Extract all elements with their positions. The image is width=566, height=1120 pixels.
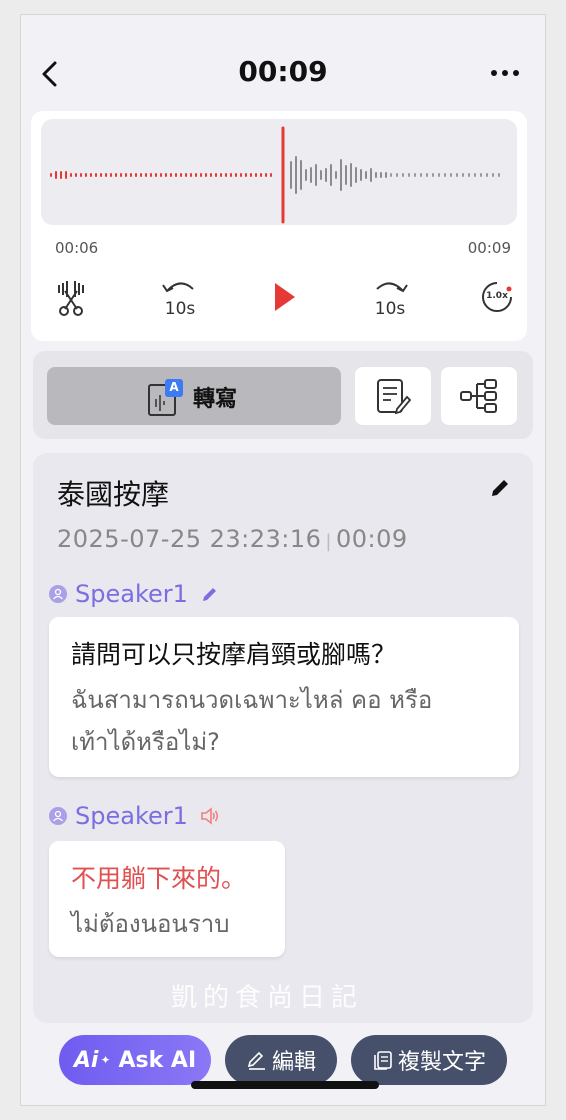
rewind-10s-button[interactable]: 10s bbox=[157, 275, 203, 319]
sparkle-icon: ✦ bbox=[100, 1053, 111, 1067]
page-title: 00:09 bbox=[238, 55, 328, 88]
recording-meta: 2025-07-25 23:23:16 | 00:09 bbox=[57, 525, 408, 553]
message-thai-line1: ไม่ต้องนอนราบ bbox=[71, 910, 230, 938]
mindmap-icon bbox=[460, 379, 497, 413]
forward-label: 10s bbox=[374, 299, 406, 319]
app-screen: 00:09 00:06 00:09 10s 10s 1.0x A 轉寫 泰國按摩… bbox=[20, 14, 546, 1106]
recording-duration: 00:09 bbox=[335, 525, 408, 553]
message-chinese: 不用躺下來的。 bbox=[71, 864, 247, 893]
pencil-icon[interactable] bbox=[200, 584, 220, 604]
edit-label: 編輯 bbox=[271, 1050, 316, 1075]
recording-datetime: 2025-07-25 23:23:16 bbox=[57, 525, 322, 553]
home-indicator bbox=[191, 1081, 379, 1089]
transcribe-badge: A bbox=[169, 380, 179, 394]
playback-speed-button[interactable]: 1.0x bbox=[479, 275, 515, 319]
play-icon[interactable] bbox=[269, 275, 299, 319]
message-chinese: 請問可以只按摩肩頸或腳嗎？ bbox=[71, 640, 397, 669]
copy-icon bbox=[374, 1051, 392, 1070]
speaker-label[interactable]: Speaker1 bbox=[49, 579, 220, 609]
message-thai-line2: เท้าได้หรือไม่? bbox=[71, 728, 220, 756]
speaker-name: Speaker1 bbox=[75, 580, 188, 608]
edit-button[interactable]: 編輯 bbox=[225, 1035, 337, 1085]
speaker-icon[interactable] bbox=[200, 806, 220, 826]
more-options-icon[interactable] bbox=[485, 63, 525, 83]
trim-scissors-icon[interactable] bbox=[53, 275, 89, 319]
ask-ai-button[interactable]: Ai ✦ Ask AI bbox=[59, 1035, 211, 1085]
time-end: 00:09 bbox=[467, 239, 511, 257]
message-bubble[interactable]: 不用躺下來的。 ไม่ต้องนอนราบ bbox=[49, 841, 285, 957]
waveform-graphic bbox=[50, 126, 500, 224]
recording-title: 泰國按摩 bbox=[57, 478, 170, 511]
top-bar: 00:09 bbox=[21, 15, 545, 111]
speaker-label[interactable]: Speaker1 bbox=[49, 801, 220, 831]
watermark: 凱的食尚日記 bbox=[171, 983, 364, 1013]
ask-ai-label: Ask AI bbox=[118, 1047, 197, 1073]
speed-label: 1.0x bbox=[486, 291, 508, 301]
copy-text-button[interactable]: 複製文字 bbox=[351, 1035, 507, 1085]
speaker-avatar-icon bbox=[49, 807, 67, 825]
speaker-name: Speaker1 bbox=[75, 802, 188, 830]
waveform[interactable] bbox=[41, 119, 517, 225]
message-thai-line1: ฉันสามารถนวดเฉพาะไหล่ คอ หรือ bbox=[71, 686, 433, 714]
rewind-arrow-icon bbox=[162, 282, 194, 293]
forward-10s-button[interactable]: 10s bbox=[367, 275, 413, 319]
forward-arrow-icon bbox=[376, 282, 408, 293]
edit-pencil-icon bbox=[247, 1051, 265, 1070]
message-bubble[interactable]: 請問可以只按摩肩頸或腳嗎？ ฉันสามารถนวดเฉพาะไหล่ คอ ห… bbox=[49, 617, 519, 777]
time-start: 00:06 bbox=[55, 239, 99, 257]
tab-transcribe-label: 轉寫 bbox=[193, 387, 238, 412]
tab-summary[interactable] bbox=[355, 367, 431, 425]
meta-separator: | bbox=[325, 531, 332, 552]
view-tabs: A 轉寫 bbox=[33, 351, 533, 439]
tab-mindmap[interactable] bbox=[441, 367, 517, 425]
rewind-label: 10s bbox=[164, 299, 196, 319]
edit-title-pencil-icon[interactable] bbox=[489, 477, 511, 499]
tab-transcribe[interactable]: A 轉寫 bbox=[47, 367, 341, 425]
notes-edit-icon bbox=[377, 379, 411, 415]
copy-text-label: 複製文字 bbox=[397, 1050, 486, 1075]
transcript-panel: 泰國按摩 2025-07-25 23:23:16 | 00:09 Speaker1 … bbox=[33, 453, 533, 1023]
ai-sparkle-icon: Ai bbox=[73, 1047, 99, 1073]
speaker-avatar-icon bbox=[49, 585, 67, 603]
